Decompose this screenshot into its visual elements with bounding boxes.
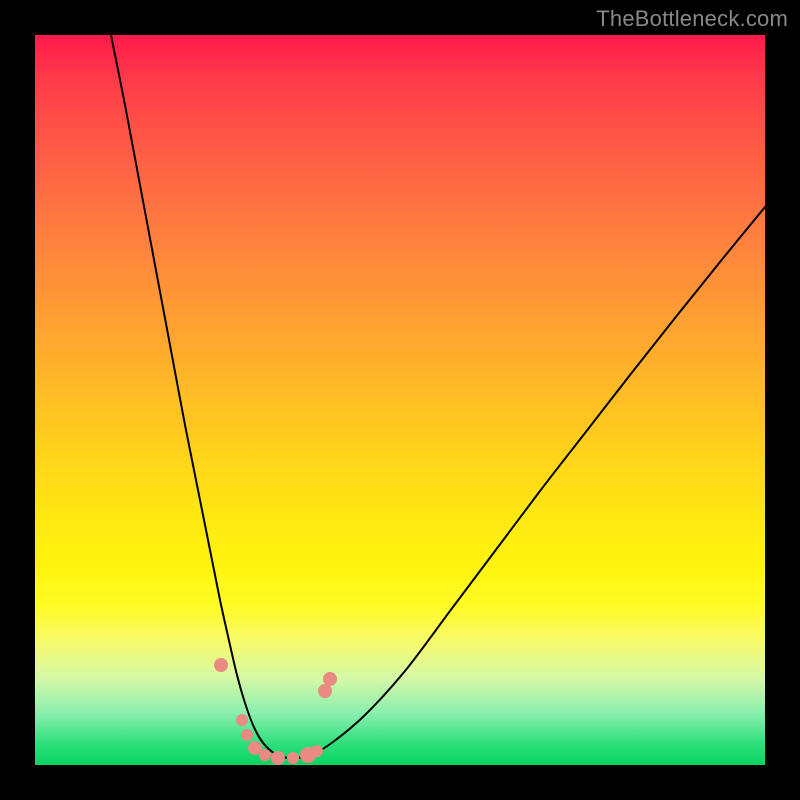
data-point: [318, 684, 332, 698]
marker-layer: [214, 658, 337, 765]
data-point: [241, 729, 253, 741]
chart-frame: TheBottleneck.com: [0, 0, 800, 800]
plot-area: [35, 35, 765, 765]
chart-svg: [35, 35, 765, 765]
watermark-text: TheBottleneck.com: [596, 6, 788, 32]
bottleneck-curve: [111, 35, 765, 758]
data-point: [271, 751, 285, 765]
data-point: [236, 714, 248, 726]
data-point: [311, 745, 323, 757]
data-point: [323, 672, 337, 686]
data-point: [214, 658, 228, 672]
data-point: [259, 749, 271, 761]
data-point: [287, 752, 299, 764]
